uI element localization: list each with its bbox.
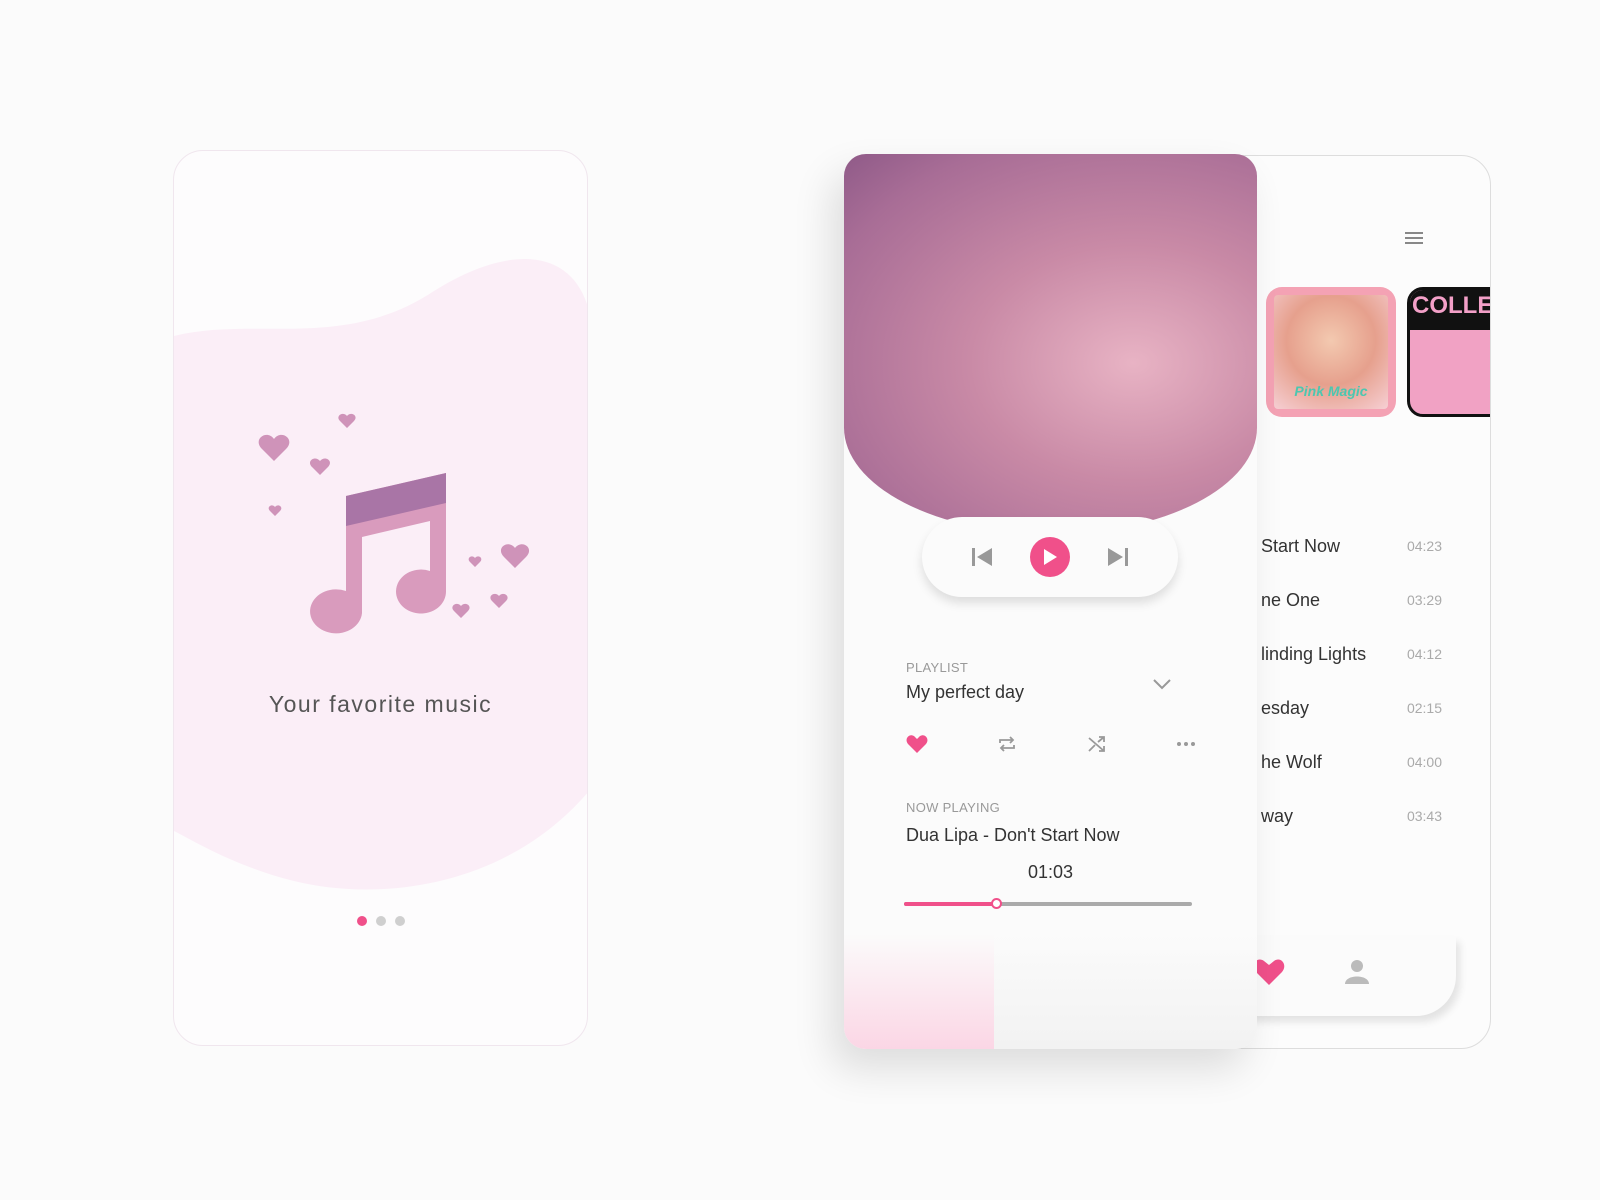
progress-fill xyxy=(904,902,997,906)
song-title: ne One xyxy=(1261,589,1321,610)
song-title: esday xyxy=(1261,697,1310,718)
playback-controls xyxy=(922,517,1178,597)
menu-icon[interactable] xyxy=(1405,232,1423,247)
now-playing-label: NOW PLAYING xyxy=(906,800,1001,815)
song-title: he Wolf xyxy=(1261,751,1322,772)
song-duration: 03:29 xyxy=(1406,592,1442,608)
player-screen: PLAYLIST My perfect day NOW PLAYING Dua … xyxy=(844,154,1257,1049)
progress-handle[interactable] xyxy=(991,898,1003,909)
play-icon xyxy=(1043,549,1057,565)
progress-slider[interactable] xyxy=(904,898,1192,909)
page-indicator xyxy=(174,916,587,926)
tagline: Your favorite music xyxy=(268,691,493,717)
action-bar xyxy=(906,734,1196,754)
song-duration: 04:12 xyxy=(1406,646,1442,662)
song-duration: 04:00 xyxy=(1406,754,1442,770)
album-title: Pink Magic xyxy=(1294,383,1368,399)
page-dot[interactable] xyxy=(356,916,367,926)
page-dot[interactable] xyxy=(394,916,405,926)
repeat-icon[interactable] xyxy=(997,735,1017,753)
footer xyxy=(844,934,994,1049)
elapsed-time: 01:03 xyxy=(1027,862,1074,882)
play-button[interactable] xyxy=(1029,537,1070,577)
next-icon[interactable] xyxy=(1107,547,1129,567)
profile-icon[interactable] xyxy=(1344,958,1370,984)
chevron-down-icon[interactable] xyxy=(1152,678,1172,690)
album-title: COLLE xyxy=(1410,290,1490,330)
heart-icon[interactable] xyxy=(1253,958,1285,986)
album-art xyxy=(844,154,1257,534)
track-title: Dua Lipa - Don't Start Now xyxy=(906,825,1120,845)
playlist-label: PLAYLIST xyxy=(906,660,969,675)
song-duration: 02:15 xyxy=(1406,700,1442,716)
page-dot[interactable] xyxy=(375,916,386,926)
song-duration: 04:23 xyxy=(1406,538,1442,554)
song-title: linding Lights xyxy=(1261,643,1367,664)
more-icon[interactable] xyxy=(1176,741,1196,747)
song-title: way xyxy=(1261,805,1294,826)
footer xyxy=(994,934,1257,1049)
onboarding-screen: Your favorite music xyxy=(173,150,588,1046)
playlist-name[interactable]: My perfect day xyxy=(906,682,1024,703)
song-duration: 03:43 xyxy=(1406,808,1442,824)
album-cover-pink-magic[interactable]: Pink Magic xyxy=(1266,287,1396,417)
previous-icon[interactable] xyxy=(971,547,993,567)
album-cover-colle[interactable]: COLLE xyxy=(1407,287,1490,417)
background-blob xyxy=(174,259,587,890)
song-title: Start Now xyxy=(1261,535,1341,556)
heart-icon[interactable] xyxy=(906,734,928,754)
shuffle-icon[interactable] xyxy=(1087,735,1107,753)
